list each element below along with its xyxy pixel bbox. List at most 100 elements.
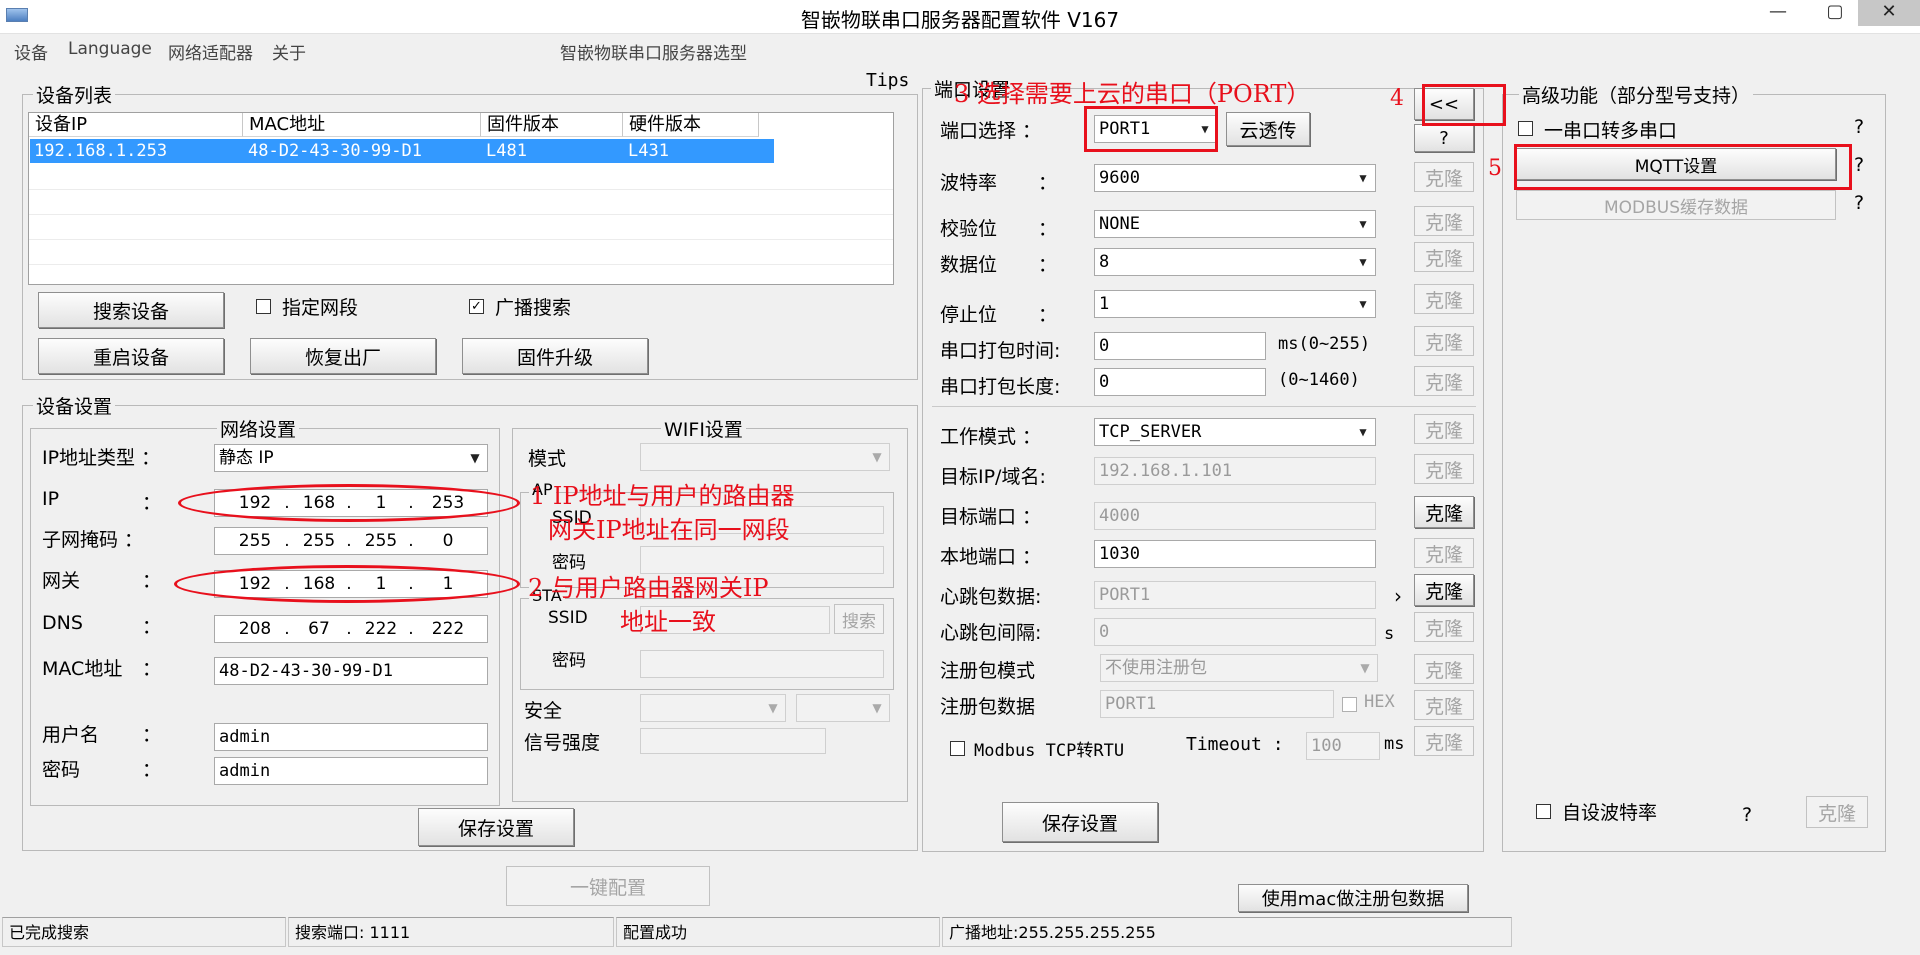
custom-baud-help[interactable]: ?	[1742, 804, 1752, 826]
column-header-firmware[interactable]: 固件版本	[481, 113, 623, 137]
mask-octet-3: 255	[364, 531, 398, 551]
factory-reset-button[interactable]: 恢复出厂	[250, 338, 436, 374]
status-bar: 已完成搜索 搜索端口: 1111 配置成功 广播地址:255.255.255.2…	[0, 917, 1920, 947]
heartbeat-interval-input[interactable]: 0	[1094, 618, 1376, 646]
baud-rate-select[interactable]: 9600 ▼	[1094, 164, 1376, 192]
clone-heartbeat-interval-button[interactable]: 克隆	[1414, 612, 1474, 642]
column-header-mac[interactable]: MAC地址	[243, 113, 481, 137]
timeout-input[interactable]: 100	[1306, 732, 1380, 760]
modbus-cache-help[interactable]: ?	[1854, 192, 1864, 214]
custom-baud-checkbox[interactable]	[1536, 804, 1551, 819]
annotation-ellipse-gateway	[174, 565, 520, 603]
pack-length-label: 串口打包长度:	[940, 376, 1061, 398]
clone-baud-button[interactable]: 克隆	[1414, 162, 1474, 192]
specify-segment-checkbox[interactable]	[256, 299, 271, 314]
firmware-upgrade-button[interactable]: 固件升级	[462, 338, 648, 374]
menu-network-adapter[interactable]: 网络适配器	[168, 39, 253, 64]
ip-type-select[interactable]: 静态 IP ▼	[214, 444, 488, 472]
modbus-cache-button[interactable]: MODBUS缓存数据	[1516, 190, 1836, 220]
port-help-button[interactable]: ?	[1414, 124, 1474, 152]
password-colon: ：	[142, 759, 162, 781]
username-input[interactable]: admin	[214, 723, 488, 751]
heartbeat-data-input[interactable]: PORT1	[1094, 581, 1376, 609]
annotation-2-line2: 地址一致	[620, 608, 716, 636]
menu-language[interactable]: Language	[68, 39, 152, 59]
clone-reg-data-button[interactable]: 克隆	[1414, 690, 1474, 720]
data-bits-select[interactable]: 8 ▼	[1094, 248, 1376, 276]
clone-heartbeat-button[interactable]: 克隆	[1414, 574, 1474, 606]
data-bits-colon: ：	[1038, 254, 1058, 276]
reg-data-label: 注册包数据	[940, 696, 1036, 718]
timeout-label: Timeout :	[1186, 734, 1284, 755]
search-device-button[interactable]: 搜索设备	[38, 292, 224, 328]
minimize-icon[interactable]: —	[1755, 0, 1801, 26]
cloud-passthrough-button[interactable]: 云透传	[1226, 112, 1310, 146]
broadcast-search-checkbox[interactable]: ✓	[469, 299, 484, 314]
serial-multi-help[interactable]: ?	[1854, 116, 1864, 138]
one-key-config-button[interactable]: 一键配置	[506, 866, 710, 906]
menu-about[interactable]: 关于	[272, 39, 306, 64]
stop-bits-select[interactable]: 1 ▼	[1094, 290, 1376, 318]
data-bits-label: 数据位	[940, 254, 998, 276]
target-ip-label: 目标IP/域名:	[940, 466, 1046, 488]
mqtt-help[interactable]: ?	[1854, 154, 1864, 176]
modbus-tcp-rtu-checkbox[interactable]	[950, 741, 965, 756]
target-port-input[interactable]: 4000	[1094, 502, 1376, 530]
column-header-hardware[interactable]: 硬件版本	[623, 113, 759, 137]
signal-strength-label: 信号强度	[524, 732, 601, 754]
reg-mode-select[interactable]: 不使用注册包 ▼	[1100, 654, 1378, 682]
clone-target-port-button[interactable]: 克隆	[1414, 496, 1474, 528]
clone-data-bits-button[interactable]: 克隆	[1414, 242, 1474, 272]
clone-target-ip-button[interactable]: 克隆	[1414, 454, 1474, 484]
close-icon[interactable]: ✕	[1858, 0, 1920, 26]
gateway-label: 网关	[42, 570, 81, 592]
mac-as-registration-button[interactable]: 使用mac做注册包数据	[1238, 884, 1468, 912]
annotation-1-line1: 1 IP地址与用户的路由器	[530, 482, 795, 510]
title-bar: 智嵌物联串口服务器配置软件 V167 — ▢ ✕	[0, 0, 1920, 34]
target-ip-input[interactable]: 192.168.1.101	[1094, 457, 1376, 485]
custom-baud-clone-button[interactable]: 克隆	[1806, 796, 1868, 828]
sta-ssid-label: SSID	[548, 608, 588, 628]
menu-device[interactable]: 设备	[14, 39, 48, 64]
table-row[interactable]: 192.168.1.253 48-D2-43-30-99-D1 L481 L43…	[30, 139, 774, 163]
wifi-mode-select[interactable]: ▼	[640, 443, 890, 471]
serial-multi-checkbox[interactable]	[1518, 121, 1533, 136]
column-header-ip[interactable]: 设备IP	[29, 113, 243, 137]
pack-length-input[interactable]: 0	[1094, 368, 1266, 396]
sta-password-input[interactable]	[640, 650, 884, 678]
work-mode-select[interactable]: TCP_SERVER ▼	[1094, 418, 1376, 446]
clone-local-port-button[interactable]: 克隆	[1414, 538, 1474, 568]
mac-address-input[interactable]: 48-D2-43-30-99-D1	[214, 657, 488, 685]
clone-parity-button[interactable]: 克隆	[1414, 206, 1474, 236]
menu-product-selection[interactable]: 智嵌物联串口服务器选型	[560, 39, 747, 64]
tips-label[interactable]: Tips	[866, 70, 909, 91]
clone-stop-bits-button[interactable]: 克隆	[1414, 284, 1474, 314]
hex-checkbox[interactable]	[1342, 697, 1357, 712]
pack-time-input[interactable]: 0	[1094, 332, 1266, 360]
password-input[interactable]: admin	[214, 757, 488, 785]
clone-pack-time-button[interactable]: 克隆	[1414, 326, 1474, 356]
reboot-device-button[interactable]: 重启设备	[38, 338, 224, 374]
clone-modbus-button[interactable]: 克隆	[1414, 726, 1474, 756]
dns-input[interactable]: 208 . 67 . 222 . 222	[214, 615, 488, 643]
work-mode-value: TCP_SERVER	[1099, 422, 1202, 442]
save-network-settings-button[interactable]: 保存设置	[418, 808, 574, 846]
reg-data-input[interactable]: PORT1	[1100, 690, 1334, 718]
row-ip: 192.168.1.253	[34, 141, 168, 161]
clone-pack-length-button[interactable]: 克隆	[1414, 366, 1474, 396]
heartbeat-expand-icon[interactable]: ›	[1394, 584, 1402, 608]
local-port-input[interactable]: 1030	[1094, 540, 1376, 568]
annotation-3: 3 选择需要上云的串口（PORT）	[954, 80, 1311, 108]
port-select-label: 端口选择 ：	[940, 120, 1042, 142]
security-encryption-select[interactable]: ▼	[796, 694, 890, 722]
maximize-icon[interactable]: ▢	[1812, 0, 1858, 26]
clone-work-mode-button[interactable]: 克隆	[1414, 414, 1474, 444]
save-port-settings-button[interactable]: 保存设置	[1002, 802, 1158, 842]
device-list-table[interactable]: 设备IP MAC地址 固件版本 硬件版本 192.168.1.253 48-D2…	[28, 112, 894, 285]
security-select[interactable]: ▼	[640, 694, 786, 722]
wifi-search-button[interactable]: 搜索	[834, 604, 884, 634]
clone-reg-mode-button[interactable]: 克隆	[1414, 654, 1474, 684]
subnet-mask-input[interactable]: 255 . 255 . 255 . 0	[214, 527, 488, 555]
parity-select[interactable]: NONE ▼	[1094, 210, 1376, 238]
annotation-1-line2: 网关IP地址在同一网段	[548, 516, 790, 544]
